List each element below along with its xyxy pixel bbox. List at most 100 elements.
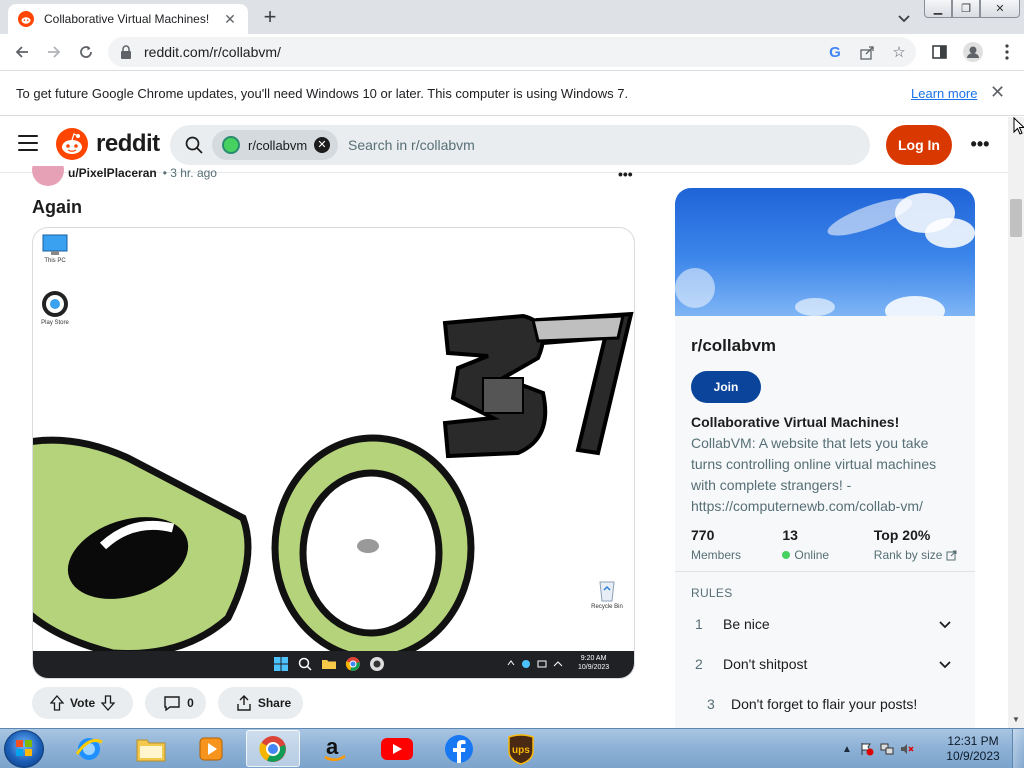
rule-item[interactable]: 1 Be nice (691, 604, 961, 644)
ups-icon[interactable]: ups (494, 730, 548, 767)
chrome-taskbar-icon[interactable] (246, 730, 300, 767)
join-button[interactable]: Join (691, 371, 761, 403)
vm-app-icon (370, 657, 384, 671)
close-window-button[interactable]: ✕ (980, 0, 1020, 18)
community-banner (675, 188, 975, 316)
share-icon[interactable] (856, 41, 878, 63)
show-hidden-icons-icon[interactable]: ▲ (840, 742, 854, 756)
clock-date: 10/9/2023 (946, 749, 1000, 763)
sidebar-divider (675, 571, 975, 572)
post-author[interactable]: u/PixelPlaceran (68, 166, 157, 180)
youtube-icon[interactable] (370, 730, 424, 767)
downvote-icon[interactable] (101, 695, 116, 711)
login-button[interactable]: Log In (886, 125, 952, 165)
taskbar-clock[interactable]: 12:31 PM 10/9/2023 (934, 734, 1012, 764)
bookmark-star-icon[interactable]: ☆ (888, 41, 910, 63)
chevron-down-icon[interactable] (939, 616, 961, 632)
amazon-icon[interactable]: a (308, 730, 362, 767)
stat-members: 770 Members (691, 527, 742, 562)
tab-close-icon[interactable]: ✕ (222, 11, 238, 28)
hamburger-menu-icon[interactable] (18, 135, 38, 153)
post-meta: u/PixelPlaceran • 3 hr. ago (32, 166, 217, 186)
more-options-icon[interactable]: ••• (966, 131, 994, 159)
media-player-icon[interactable] (184, 730, 238, 767)
tab-search-chevron-icon[interactable] (894, 8, 914, 28)
clock-time: 12:31 PM (947, 734, 999, 748)
svg-text:ups: ups (512, 745, 530, 756)
share-label: Share (257, 696, 292, 710)
forward-icon[interactable] (38, 36, 70, 68)
action-center-flag-icon[interactable] (860, 742, 874, 756)
rules-heading: RULES (691, 586, 733, 600)
url-text: reddit.com/r/collabvm/ (144, 44, 281, 60)
community-stats: 770 Members 13 Online Top 20% Rank by si… (691, 527, 971, 562)
browser-tab[interactable]: Collaborative Virtual Machines! ✕ (8, 4, 248, 34)
reddit-logo-icon[interactable] (56, 128, 88, 160)
window-controls: ▁ ❐ ✕ (924, 0, 1020, 18)
vm-search-icon (298, 657, 312, 671)
google-lens-icon[interactable]: G (824, 41, 846, 63)
windows-explorer-icon[interactable] (124, 730, 178, 767)
this-pc-desktop-icon: This PC (35, 234, 75, 264)
minimize-button[interactable]: ▁ (924, 0, 952, 18)
comments-count: 0 (187, 696, 194, 710)
upvote-icon[interactable] (50, 695, 64, 711)
community-name: r/collabvm (691, 336, 777, 355)
post-actions: Vote 0 Share (32, 687, 304, 719)
post-image[interactable]: This PC Play Store Recycle Bin 9:20 AM 1… (32, 227, 635, 679)
vm-folder-icon (322, 660, 336, 669)
network-icon[interactable] (880, 742, 894, 756)
stat-online: 13 Online (782, 527, 830, 562)
recycle-bin-desktop-icon: Recycle Bin (587, 578, 627, 610)
post-overflow-menu-icon[interactable]: ••• (618, 166, 633, 182)
windows11-start-icon (274, 657, 288, 671)
share-arrow-icon (237, 695, 251, 711)
comment-icon (164, 696, 180, 711)
side-panel-icon[interactable] (924, 36, 954, 68)
internet-explorer-icon[interactable] (62, 730, 116, 767)
post-title[interactable]: Again (32, 197, 82, 218)
facebook-icon[interactable] (432, 730, 486, 767)
rule-item[interactable]: 3 Don't forget to flair your posts! (691, 684, 961, 724)
reddit-wordmark[interactable]: reddit (96, 130, 160, 158)
play-store-desktop-icon: Play Store (35, 290, 75, 326)
start-button[interactable] (4, 730, 44, 768)
back-icon[interactable] (6, 36, 38, 68)
reddit-search-bar[interactable]: r/collabvm ✕ Search in r/collabvm (170, 125, 870, 165)
scroll-down-icon[interactable]: ▼ (1012, 715, 1020, 724)
vm-chrome-icon (345, 657, 360, 671)
volume-muted-icon[interactable] (900, 742, 914, 756)
comments-button[interactable]: 0 (145, 687, 206, 719)
external-link-icon[interactable] (946, 550, 957, 561)
vote-button[interactable]: Vote (32, 687, 134, 719)
subreddit-search-chip[interactable]: r/collabvm ✕ (212, 130, 338, 160)
svg-text:a: a (326, 734, 339, 759)
browser-tab-bar: Collaborative Virtual Machines! ✕ + ▁ ❐ … (0, 0, 1024, 34)
new-tab-button[interactable]: + (258, 6, 282, 30)
stat-rank[interactable]: Top 20% Rank by size (874, 527, 971, 562)
address-bar[interactable]: reddit.com/r/collabvm/ G ☆ (108, 37, 916, 67)
chrome-menu-icon[interactable] (992, 36, 1022, 68)
learn-more-link[interactable]: Learn more (911, 86, 977, 101)
maximize-button[interactable]: ❐ (952, 0, 980, 18)
share-button[interactable]: Share (217, 687, 304, 719)
search-input[interactable]: Search in r/collabvm (348, 137, 475, 153)
community-sidebar: r/collabvm Join Collaborative Virtual Ma… (675, 188, 975, 728)
vm-tray-icons (507, 659, 571, 671)
rule-item[interactable]: 2 Don't shitpost (691, 644, 961, 684)
chip-clear-icon[interactable]: ✕ (314, 137, 330, 153)
profile-avatar-icon[interactable] (958, 36, 988, 68)
scrollbar-thumb[interactable] (1010, 199, 1022, 237)
page-scrollbar[interactable]: ▲ ▼ (1008, 117, 1024, 728)
search-icon (185, 136, 203, 154)
community-title: Collaborative Virtual Machines! (691, 414, 900, 430)
vm-clock: 9:20 AM 10/9/2023 (578, 655, 610, 671)
tab-title: Collaborative Virtual Machines! (44, 12, 210, 26)
reload-icon[interactable] (70, 36, 102, 68)
user-avatar[interactable] (32, 166, 64, 186)
lock-icon (121, 45, 131, 59)
infobar-close-icon[interactable]: ✕ (990, 82, 1005, 103)
show-desktop-button[interactable] (1012, 729, 1024, 768)
chevron-down-icon[interactable] (939, 656, 961, 672)
reddit-header: reddit r/collabvm ✕ Search in r/collabvm… (0, 117, 1008, 173)
